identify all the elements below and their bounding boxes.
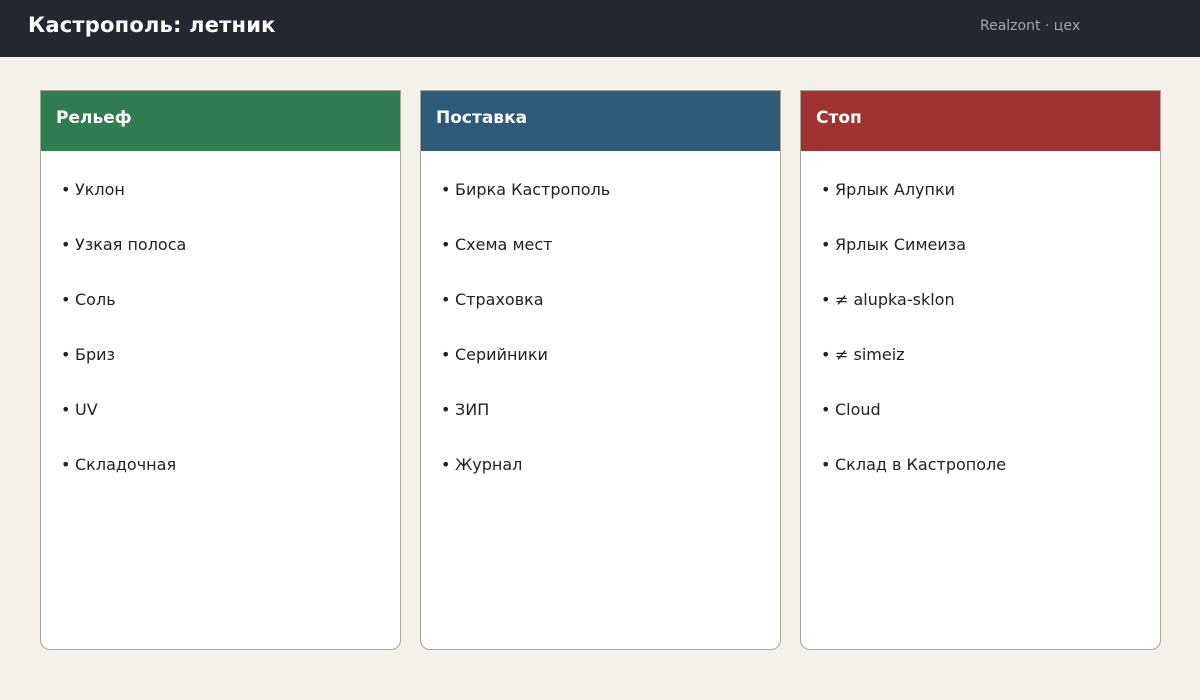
list-item: • Уклон: [61, 180, 125, 199]
list-item-label: Ярлык Симеиза: [835, 235, 967, 254]
list-item-label: Соль: [75, 290, 116, 309]
list-item: • Страховка: [441, 290, 544, 309]
list-item: • ≠ simeiz: [821, 345, 905, 364]
card-header-relief: Рельеф: [41, 91, 400, 151]
card-title-relief: Рельеф: [56, 108, 132, 128]
list-item: • Серийники: [441, 345, 548, 364]
list-item: • Узкая полоса: [61, 235, 187, 254]
card-title-stop: Стоп: [816, 108, 862, 128]
list-item-label: Схема мест: [455, 235, 553, 254]
list-item: • Соль: [61, 290, 116, 309]
list-item-label: Cloud: [835, 400, 881, 419]
card-list-stop: • Ярлык Алупки • Ярлык Симеиза • ≠ alupka-s…: [821, 180, 1006, 510]
list-item: • Склад в Кастрополе: [821, 455, 1007, 474]
page-title: Кастрополь: летник: [28, 13, 276, 37]
card-list-relief: • Уклон • Узкая полоса • Соль • Бриз • UV • Ск…: [61, 180, 186, 510]
list-item: • ЗИП: [441, 400, 490, 419]
list-item-label: Складочная: [75, 455, 177, 474]
top-bar: Кастрополь: летник Realzont · цех: [0, 0, 1200, 57]
list-item-label: Узкая полоса: [75, 235, 187, 254]
list-item-label: Склад в Кастрополе: [835, 455, 1007, 474]
card-header-supply: Поставка: [421, 91, 780, 151]
card-stop: Стоп • Ярлык Алупки • Ярлык Симеиза • ≠ alu…: [800, 90, 1161, 650]
list-item: • Cloud: [821, 400, 881, 419]
list-item-label: Бирка Кастрополь: [455, 180, 611, 199]
list-item: • Складочная: [61, 455, 177, 474]
list-item: • UV: [61, 400, 98, 419]
list-item: • Бирка Кастрополь: [441, 180, 611, 199]
list-item-label: Ярлык Алупки: [835, 180, 956, 199]
list-item: • Схема мест: [441, 235, 553, 254]
list-item-label: Бриз: [75, 345, 116, 364]
list-item-label: UV: [75, 400, 98, 419]
list-item-label: Серийники: [455, 345, 548, 364]
brand-label: Realzont · цех: [980, 18, 1081, 34]
card-list-supply: • Бирка Кастрополь • Схема мест • Страховка…: [441, 180, 610, 510]
list-item-label: ≠ alupka-sklon: [835, 290, 955, 309]
list-item: • Ярлык Симеиза: [821, 235, 967, 254]
list-item: • ≠ alupka-sklon: [821, 290, 955, 309]
card-supply: Поставка • Бирка Кастрополь • Схема мест •…: [420, 90, 781, 650]
card-relief: Рельеф • Уклон • Узкая полоса • Соль • Бриз …: [40, 90, 401, 650]
list-item-label: Страховка: [455, 290, 544, 309]
card-header-stop: Стоп: [801, 91, 1160, 151]
list-item-label: Уклон: [75, 180, 125, 199]
list-item-label: ≠ simeiz: [835, 345, 905, 364]
list-item: • Бриз: [61, 345, 116, 364]
list-item-label: Журнал: [455, 455, 523, 474]
list-item-label: ЗИП: [455, 400, 490, 419]
list-item: • Ярлык Алупки: [821, 180, 956, 199]
card-title-supply: Поставка: [436, 108, 528, 128]
list-item: • Журнал: [441, 455, 523, 474]
